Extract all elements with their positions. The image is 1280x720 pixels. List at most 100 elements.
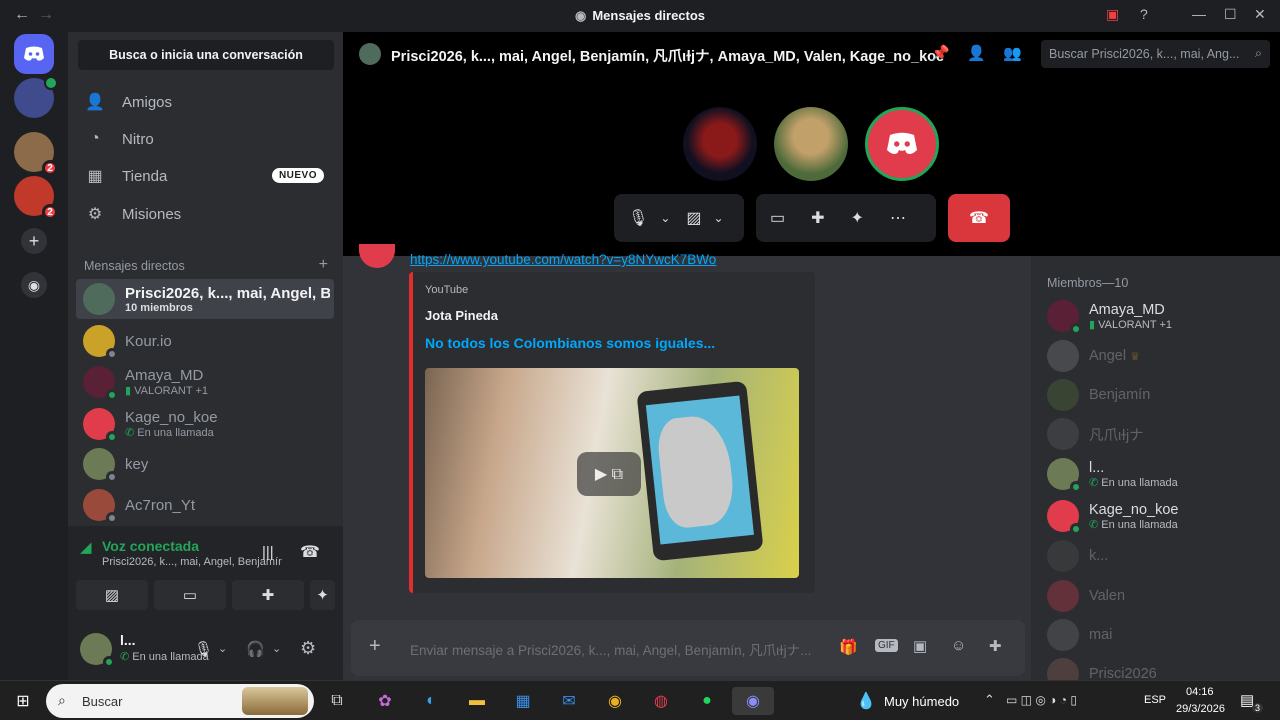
member-sub: En una llamada (1101, 518, 1178, 531)
copilot-icon[interactable]: ✿ (370, 687, 400, 715)
chevron-down-icon[interactable]: ⌄ (218, 642, 227, 655)
avatar[interactable] (80, 633, 115, 668)
search-input[interactable]: Buscar Prisci2026, k..., mai, Ang... ⌕ (1041, 40, 1270, 68)
participant-avatar[interactable] (683, 107, 757, 181)
soundboard-button[interactable]: ✦ (310, 580, 335, 610)
dm-item[interactable]: Amaya_MD ▮ VALORANT +1 (76, 362, 334, 402)
gear-icon[interactable]: ⚙ (300, 638, 316, 659)
add-friends-icon[interactable]: 👤 (967, 44, 986, 62)
windows-start-icon[interactable]: ⊞ (8, 687, 38, 715)
add-server-icon[interactable]: + (21, 228, 47, 254)
mic-camera-group: 🎙 ⌄ ▨ ⌄ (614, 194, 744, 242)
explore-icon[interactable]: ◉ (21, 272, 47, 298)
screen-share-icon[interactable]: ▭ (770, 208, 785, 228)
dm-item[interactable]: Prisci2026, k..., mai, Angel, Be... 10 mi… (76, 279, 334, 319)
message-composer[interactable]: + Enviar mensaje a Prisci2026, k..., mai… (351, 620, 1025, 676)
chevron-down-icon[interactable]: ⌄ (714, 211, 724, 225)
participant-avatar[interactable] (865, 107, 939, 181)
discord-taskbar-icon[interactable]: ◉ (732, 687, 774, 715)
hang-up-button[interactable]: ☎ (948, 194, 1010, 242)
embed-title[interactable]: No todos los Colombianos somos iguales..… (425, 335, 715, 351)
activities-button[interactable]: ✚ (232, 580, 304, 610)
dm-item[interactable]: Kour.io (76, 321, 334, 361)
clock-time[interactable]: 04:16 (1186, 686, 1214, 698)
apps-icon[interactable]: ✚ (989, 637, 1002, 655)
activities-icon: ✚ (261, 587, 275, 604)
play-icon[interactable]: ▶ ⧉ (577, 452, 641, 496)
inbox-icon[interactable]: ▣ (1106, 6, 1119, 23)
share-screen-button[interactable]: ▭ (154, 580, 226, 610)
sticker-icon[interactable]: ▣ (913, 637, 927, 655)
emoji-icon[interactable]: ☺ (951, 637, 966, 654)
voice-status[interactable]: Voz conectada (102, 538, 199, 554)
minimize-icon[interactable]: — (1192, 6, 1206, 22)
microphone-icon[interactable]: 🎙 (628, 208, 648, 228)
server-icon[interactable]: 2 (14, 176, 58, 220)
chevron-down-icon[interactable]: ⌄ (272, 642, 281, 655)
dm-item[interactable]: Ac7ron_Yt (76, 485, 334, 525)
clock-date[interactable]: 29/3/2026 (1176, 703, 1225, 715)
file-explorer-icon[interactable]: ▬ (462, 687, 492, 715)
members-icon[interactable]: 👥 (1003, 44, 1022, 62)
nav-nitro[interactable]: ◔ Nitro (76, 121, 334, 157)
message-input[interactable]: Enviar mensaje a Prisci2026, k..., mai, … (410, 639, 820, 659)
weather-text[interactable]: Muy húmedo (884, 694, 959, 709)
taskbar-search[interactable]: ⌕ Buscar (46, 684, 314, 718)
maximize-icon[interactable]: ☐ (1224, 6, 1237, 23)
add-attachment-icon[interactable]: + (369, 636, 381, 656)
dm-sidebar: Busca o inicia una conversación 👤 Amigos … (68, 32, 343, 680)
dm-item[interactable]: Kage_no_koe ✆ En una llamada (76, 404, 334, 444)
task-view-icon[interactable]: ⧉ (322, 687, 352, 715)
chevron-up-icon[interactable]: ⌃ (984, 692, 995, 708)
gif-icon[interactable]: GIF (875, 639, 898, 652)
youtube-link[interactable]: https://www.youtube.com/watch?v=y8NYwcK7… (410, 252, 716, 267)
language-indicator[interactable]: ESP (1144, 694, 1166, 706)
camera-off-icon[interactable]: ▨ (686, 208, 701, 228)
participant-avatar[interactable] (774, 107, 848, 181)
member-item[interactable]: Benjamín (1047, 374, 1272, 416)
microphone-icon[interactable]: 🎙 (194, 640, 213, 658)
spotify-icon[interactable]: ● (692, 687, 722, 715)
member-item[interactable]: k... (1047, 535, 1272, 577)
gift-icon[interactable]: 🎁 (839, 638, 858, 656)
server-icon[interactable]: 2 (14, 132, 58, 176)
new-dm-icon[interactable]: + (319, 257, 328, 273)
headset-icon[interactable]: 🎧 (246, 640, 265, 658)
soundboard-icon[interactable]: ✦ (851, 208, 864, 228)
discord-home-icon[interactable] (14, 34, 54, 74)
member-item[interactable]: 凡爪ιɫjナ (1047, 413, 1272, 455)
nav-friends[interactable]: 👤 Amigos (76, 84, 334, 120)
member-item[interactable]: Angel ♛ (1047, 335, 1272, 377)
voice-channel[interactable]: Prisci2026, k..., mai, Angel, Benjamín, … (102, 556, 282, 568)
more-icon[interactable]: ⋯ (890, 208, 906, 228)
noise-suppression-icon[interactable]: ||| (262, 544, 274, 561)
member-item[interactable]: mai (1047, 614, 1272, 656)
edge-icon[interactable]: ◐ (416, 687, 446, 715)
video-thumbnail[interactable]: ▶ ⧉ (425, 368, 799, 578)
close-icon[interactable]: ✕ (1254, 6, 1266, 23)
server-icon[interactable] (14, 76, 58, 118)
chrome-icon[interactable]: ◉ (600, 687, 630, 715)
find-conversation-button[interactable]: Busca o inicia una conversación (78, 40, 334, 70)
app-icon[interactable]: ◍ (646, 687, 676, 715)
member-item[interactable]: Amaya_MD ▮ VALORANT +1 (1047, 295, 1272, 337)
embed-author[interactable]: Jota Pineda (425, 308, 498, 323)
pin-icon[interactable]: 📌 (931, 44, 950, 62)
store-icon[interactable]: ▦ (508, 687, 538, 715)
member-item[interactable]: l... ✆ En una llamada (1047, 453, 1272, 495)
member-item[interactable]: Kage_no_koe ✆ En una llamada (1047, 495, 1272, 537)
chevron-down-icon[interactable]: ⌄ (660, 211, 670, 225)
actions-group: ▭ ✚ ✦ ⋯ (756, 194, 936, 242)
camera-off-button[interactable]: ▨ (76, 580, 148, 610)
tray-icons[interactable]: ▭ ◫ ◎ ◑ ◔ ▯ (1006, 693, 1077, 707)
activities-icon[interactable]: ✚ (811, 208, 824, 228)
nav-shop[interactable]: ▦ Tienda NUEVO (76, 158, 334, 194)
outlook-icon[interactable]: ✉ (554, 687, 584, 715)
username[interactable]: l... (120, 632, 136, 648)
signal-icon: ◢ (80, 539, 92, 556)
nav-quests[interactable]: ⚙ Misiones (76, 196, 334, 232)
disconnect-icon[interactable]: ☎ (300, 542, 320, 562)
dm-item[interactable]: key (76, 444, 334, 484)
member-item[interactable]: Valen (1047, 575, 1272, 617)
help-icon[interactable]: ? (1140, 6, 1148, 22)
